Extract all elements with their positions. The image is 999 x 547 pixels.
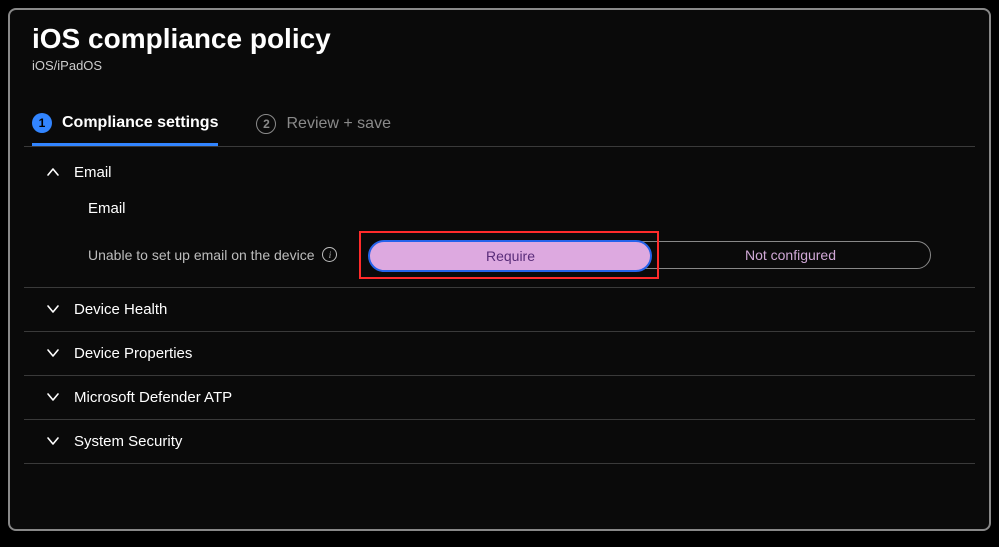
sections-container: Email Email Unable to set up email on th… [10, 147, 989, 464]
tab-review-save[interactable]: 2 Review + save [256, 114, 391, 144]
tab-step-number: 1 [32, 113, 52, 133]
setting-label: Unable to set up email on the device [88, 247, 314, 263]
section-title: Email [74, 164, 112, 181]
section-title: System Security [74, 433, 182, 450]
header: iOS compliance policy iOS/iPadOS [10, 22, 989, 81]
section-header-device-health[interactable]: Device Health [10, 288, 989, 331]
divider [24, 463, 975, 464]
info-icon[interactable]: i [322, 247, 337, 262]
wizard-tabs: 1 Compliance settings 2 Review + save [10, 81, 989, 146]
chevron-up-icon [46, 165, 60, 179]
tab-compliance-settings[interactable]: 1 Compliance settings [32, 113, 218, 146]
section-header-system-security[interactable]: System Security [10, 420, 989, 463]
tab-step-number: 2 [256, 114, 276, 134]
chevron-down-icon [46, 346, 60, 360]
chevron-down-icon [46, 434, 60, 448]
page-title: iOS compliance policy [32, 22, 967, 56]
tab-label: Compliance settings [62, 114, 218, 132]
toggle-option-require[interactable]: Require [368, 240, 652, 272]
section-title: Device Health [74, 301, 167, 318]
section-subhead: Email [88, 200, 967, 217]
chevron-down-icon [46, 390, 60, 404]
setting-row: Unable to set up email on the device i R… [88, 241, 967, 269]
chevron-down-icon [46, 302, 60, 316]
section-header-defender-atp[interactable]: Microsoft Defender ATP [10, 376, 989, 419]
section-body-email: Email Unable to set up email on the devi… [10, 194, 989, 287]
policy-panel: iOS compliance policy iOS/iPadOS 1 Compl… [8, 8, 991, 531]
tab-label: Review + save [286, 115, 391, 133]
toggle-option-not-configured[interactable]: Not configured [650, 242, 930, 268]
section-header-email[interactable]: Email [10, 151, 989, 194]
section-title: Microsoft Defender ATP [74, 389, 232, 406]
toggle-segmented: Require Not configured [369, 241, 931, 269]
section-header-device-properties[interactable]: Device Properties [10, 332, 989, 375]
section-title: Device Properties [74, 345, 192, 362]
platform-subtitle: iOS/iPadOS [32, 58, 967, 73]
toggle-wrap: Require Not configured [369, 241, 931, 269]
